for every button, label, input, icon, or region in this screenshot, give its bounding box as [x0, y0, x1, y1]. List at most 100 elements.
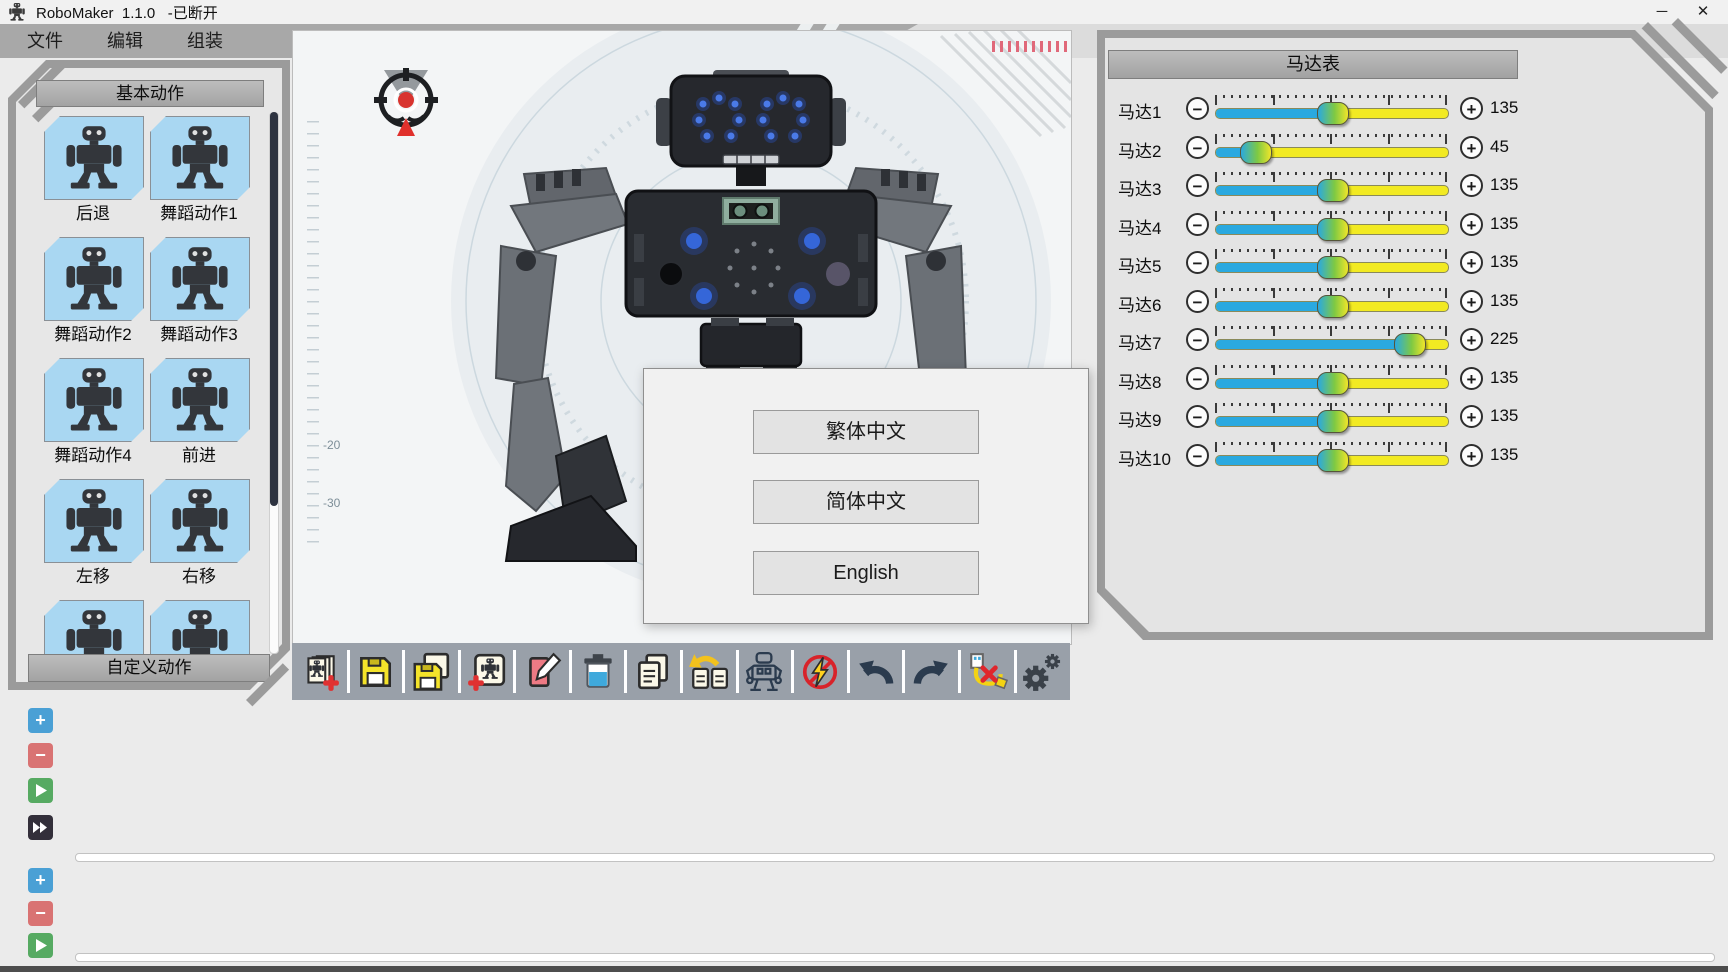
motor-slider[interactable] [1215, 224, 1449, 235]
minimize-button[interactable]: ─ [1645, 0, 1679, 23]
delete-button[interactable] [570, 643, 626, 700]
motor-slider[interactable] [1215, 416, 1449, 427]
motor-slider[interactable] [1215, 185, 1449, 196]
slider-fill [1216, 379, 1332, 388]
motor-slider[interactable] [1215, 339, 1449, 350]
motor-decrease-button[interactable]: − [1186, 367, 1209, 390]
timeline2-play-button[interactable] [28, 933, 53, 958]
action-tile-forward[interactable] [150, 358, 250, 442]
motor-increase-button[interactable]: + [1460, 367, 1483, 390]
app-logo-icon [8, 3, 26, 21]
timeline1-fast-forward-button[interactable] [28, 815, 53, 840]
motor-decrease-button[interactable]: − [1186, 174, 1209, 197]
language-option-traditional-chinese[interactable]: 繁体中文 [753, 410, 979, 454]
slider-thumb[interactable] [1317, 295, 1349, 318]
motor-slider[interactable] [1215, 301, 1449, 312]
close-button[interactable]: ✕ [1686, 0, 1720, 23]
timeline1-add-button[interactable]: + [28, 708, 53, 733]
timeline2-add-button[interactable]: + [28, 868, 53, 893]
motor-decrease-button[interactable]: − [1186, 136, 1209, 159]
slider-thumb[interactable] [1317, 372, 1349, 395]
add-action-frame-button[interactable] [459, 643, 515, 700]
settings-button[interactable] [1015, 643, 1071, 700]
action-tile-partial[interactable] [150, 600, 250, 654]
motor-label: 马达1 [1118, 98, 1161, 123]
menu-item-edit[interactable]: 编辑 [90, 26, 160, 56]
motor-row: 马达4 − + 135 [1110, 210, 1710, 240]
timeline1-remove-button[interactable]: − [28, 743, 53, 768]
power-off-button[interactable] [792, 643, 848, 700]
menu-item-assemble[interactable]: 组装 [170, 26, 240, 56]
robot-pose-icon [743, 651, 785, 693]
motor-increase-button[interactable]: + [1460, 97, 1483, 120]
motor-label: 马达5 [1118, 252, 1161, 277]
save-button[interactable] [348, 643, 404, 700]
motor-slider[interactable] [1215, 147, 1449, 158]
motor-decrease-button[interactable]: − [1186, 251, 1209, 274]
motor-decrease-button[interactable]: − [1186, 290, 1209, 313]
usb-disconnect-button[interactable] [959, 643, 1015, 700]
motor-slider[interactable] [1215, 378, 1449, 389]
action-tile-backward[interactable] [44, 116, 144, 200]
slider-thumb[interactable] [1317, 449, 1349, 472]
motor-increase-button[interactable]: + [1460, 290, 1483, 313]
custom-actions-header[interactable]: 自定义动作 [28, 654, 270, 682]
action-tile-partial[interactable] [44, 600, 144, 654]
robot-pose-button[interactable] [737, 643, 793, 700]
motor-increase-button[interactable]: + [1460, 444, 1483, 467]
slider-thumb[interactable] [1394, 333, 1426, 356]
delete-icon [577, 651, 619, 693]
slider-thumb[interactable] [1317, 102, 1349, 125]
motor-slider[interactable] [1215, 455, 1449, 466]
motor-table-header: 马达表 [1108, 50, 1518, 79]
slider-thumb[interactable] [1240, 141, 1272, 164]
edit-button[interactable] [514, 643, 570, 700]
slider-fill [1216, 186, 1332, 195]
motor-decrease-button[interactable]: − [1186, 97, 1209, 120]
action-tile-dance1[interactable] [150, 116, 250, 200]
copy-button[interactable] [625, 643, 681, 700]
slider-thumb[interactable] [1317, 218, 1349, 241]
timeline2-remove-button[interactable]: − [28, 901, 53, 926]
paste-icon [688, 651, 730, 693]
language-option-simplified-chinese[interactable]: 简体中文 [753, 480, 979, 524]
motor-decrease-button[interactable]: − [1186, 444, 1209, 467]
action-tile-dance4[interactable] [44, 358, 144, 442]
motor-slider[interactable] [1215, 262, 1449, 273]
save-icon [354, 651, 396, 693]
motor-increase-button[interactable]: + [1460, 328, 1483, 351]
motor-increase-button[interactable]: + [1460, 251, 1483, 274]
timeline1-play-button[interactable] [28, 778, 53, 803]
redo-button[interactable] [903, 643, 959, 700]
action-tile-dance2[interactable] [44, 237, 144, 321]
motor-increase-button[interactable]: + [1460, 174, 1483, 197]
power-off-icon [799, 651, 841, 693]
slider-thumb[interactable] [1317, 410, 1349, 433]
motor-increase-button[interactable]: + [1460, 136, 1483, 159]
language-option-english[interactable]: English [753, 551, 979, 595]
new-action-group-button[interactable] [292, 643, 348, 700]
paste-button[interactable] [681, 643, 737, 700]
timeline2-track[interactable] [75, 953, 1715, 962]
slider-thumb[interactable] [1317, 256, 1349, 279]
menu-item-file[interactable]: 文件 [10, 26, 80, 56]
motor-decrease-button[interactable]: − [1186, 213, 1209, 236]
action-tile-right[interactable] [150, 479, 250, 563]
action-label: 左移 [34, 562, 152, 587]
save-as-button[interactable] [403, 643, 459, 700]
ruler-label: -30 [323, 496, 341, 510]
ruler-label: -20 [323, 438, 341, 452]
motor-label: 马达7 [1118, 329, 1161, 354]
motor-increase-button[interactable]: + [1460, 213, 1483, 236]
motor-increase-button[interactable]: + [1460, 405, 1483, 428]
action-tile-left[interactable] [44, 479, 144, 563]
slider-thumb[interactable] [1317, 179, 1349, 202]
sidebar-scrollbar-thumb[interactable] [270, 112, 278, 506]
motor-decrease-button[interactable]: − [1186, 328, 1209, 351]
action-tile-dance3[interactable] [150, 237, 250, 321]
timeline1-track[interactable] [75, 853, 1715, 862]
motor-decrease-button[interactable]: − [1186, 405, 1209, 428]
play-icon [34, 938, 48, 953]
motor-slider[interactable] [1215, 108, 1449, 119]
undo-button[interactable] [848, 643, 904, 700]
